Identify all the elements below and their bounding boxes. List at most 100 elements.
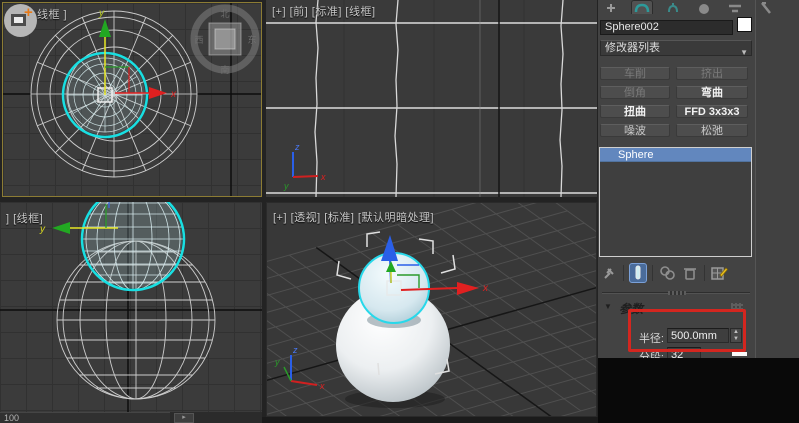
parameters-rollout-title: 参数 <box>619 300 643 317</box>
white-dash-artifact <box>732 352 747 356</box>
make-unique-button[interactable] <box>658 263 676 283</box>
status-expand-button[interactable]: ▸ <box>174 413 194 423</box>
gizmo-x-label: x <box>482 283 489 294</box>
radius-spinner[interactable]: ▲▼ <box>730 328 742 343</box>
viewcube-south-label[interactable]: 南 <box>220 64 229 75</box>
modifier-button-ffd[interactable]: FFD 3x3x3 <box>676 105 748 118</box>
radius-label: 半径: <box>598 330 664 346</box>
front-grid-minor <box>344 0 524 197</box>
svg-text:z: z <box>294 142 300 152</box>
gizmo-y-label: y <box>98 8 105 19</box>
viewcube[interactable]: 北 东 南 西 <box>194 8 257 75</box>
object-color-swatch[interactable] <box>737 17 752 32</box>
gizmo-y-arrow[interactable] <box>52 222 70 234</box>
rollout-separator[interactable] <box>602 292 750 294</box>
time-field[interactable]: 100 <box>0 412 170 423</box>
viewport-top[interactable]: 线框 ] <box>2 2 262 197</box>
front-wireframe-lines <box>315 0 563 197</box>
configure-modifier-sets-icon <box>711 265 728 281</box>
configure-modifier-sets-button[interactable] <box>710 263 728 283</box>
viewcube-west-label[interactable]: 西 <box>194 35 203 45</box>
front-grid-major-horizontal <box>266 23 597 193</box>
parameters-rollout-header[interactable]: ▼ 参数 <box>600 300 753 313</box>
modifier-stack-list[interactable]: Sphere <box>599 147 752 257</box>
modifier-button-noise[interactable]: 噪波 <box>600 124 670 137</box>
modifier-button-relax[interactable]: 松弛 <box>676 124 748 137</box>
svg-text:z: z <box>292 345 298 355</box>
toolbar-separator <box>704 265 705 281</box>
screen-capture-icon[interactable]: + <box>4 4 37 37</box>
radius-row: 半径: ▲▼ <box>598 328 755 344</box>
panel-right-strip <box>755 0 799 358</box>
viewport-left[interactable]: ] [线框] <box>0 202 262 412</box>
svg-text:x: x <box>320 172 326 182</box>
viewport-top-label[interactable]: 线框 ] <box>37 6 67 22</box>
gizmo-y-arrow[interactable] <box>99 19 111 37</box>
modifier-stack-item-sphere[interactable]: Sphere <box>600 148 751 162</box>
viewport-front[interactable]: [+] [前] [标准] [线框] z x y <box>266 0 597 197</box>
rollout-drag-grip[interactable] <box>731 303 743 310</box>
remove-modifier-button[interactable] <box>681 263 699 283</box>
trash-icon <box>683 265 697 281</box>
svg-text:y: y <box>274 357 280 367</box>
display-icon <box>727 2 743 14</box>
viewport-perspective[interactable]: [+] [透视] [标准] [默认明暗处理] <box>266 202 597 417</box>
modify-icon <box>634 2 650 14</box>
toolbar-separator <box>652 265 653 281</box>
modifier-button-bend[interactable]: 弯曲 <box>676 86 748 99</box>
object-name-field[interactable] <box>600 20 733 35</box>
front-axis-tripod: z x y <box>283 142 326 191</box>
tab-modify[interactable] <box>631 0 653 14</box>
radius-field[interactable] <box>667 328 729 343</box>
show-end-result-icon <box>633 265 643 281</box>
tab-motion[interactable] <box>693 0 715 14</box>
viewcube-inner <box>215 29 235 49</box>
svg-text:y: y <box>283 181 289 191</box>
modifier-button-bevel[interactable]: 倒角 <box>600 86 670 99</box>
pin-stack-icon <box>602 265 616 281</box>
viewport-bottom-strip <box>262 417 598 423</box>
command-panel-tabs <box>600 0 795 14</box>
gizmo-x-label: x <box>170 89 177 100</box>
modifier-button-lathe[interactable]: 车削 <box>600 67 670 80</box>
viewport-left-label[interactable]: ] [线框] <box>6 210 43 226</box>
viewport-front-canvas[interactable]: z x y <box>266 0 597 197</box>
create-icon <box>604 2 618 14</box>
gizmo-x-arrow[interactable] <box>457 282 479 295</box>
tab-utilities[interactable] <box>755 0 777 14</box>
viewport-perspective-label[interactable]: [+] [透视] [标准] [默认明暗处理] <box>273 209 434 225</box>
viewport-top-canvas[interactable]: y x 北 东 南 西 <box>3 3 262 197</box>
toolbar-separator <box>623 265 624 281</box>
modifier-list-dropdown[interactable]: 修改器列表 ▼ <box>600 40 752 56</box>
cropped-black-region <box>598 358 799 423</box>
modifier-button-twist[interactable]: 扭曲 <box>600 105 670 118</box>
rollout-collapse-arrow[interactable]: ▼ <box>604 302 612 311</box>
viewport-perspective-canvas[interactable]: x z x y <box>267 203 597 417</box>
gizmo-z-arrow[interactable] <box>381 235 398 261</box>
show-end-result-button[interactable] <box>629 263 647 283</box>
spinner-down-icon[interactable]: ▼ <box>731 336 741 343</box>
svg-text:x: x <box>319 381 325 391</box>
3dsmax-window: 线框 ] <box>0 0 799 423</box>
viewcube-east-label[interactable]: 东 <box>247 34 256 45</box>
tab-create[interactable] <box>600 0 622 14</box>
gizmo-x-arrow[interactable] <box>149 87 167 99</box>
viewport-front-label[interactable]: [+] [前] [标准] [线框] <box>272 3 376 19</box>
status-bar-fragment: 100 ▸ <box>0 412 262 423</box>
hierarchy-icon <box>666 2 680 14</box>
capture-plus-glyph: + <box>24 7 33 19</box>
selected-sphere-wireframe[interactable] <box>82 202 184 290</box>
modifier-button-extrude[interactable]: 挤出 <box>676 67 748 80</box>
viewport-left-canvas[interactable]: y <box>0 202 262 412</box>
stack-toolbar <box>600 261 753 285</box>
modifier-list-label: 修改器列表 <box>605 42 660 54</box>
dropdown-arrow-icon: ▼ <box>740 45 748 60</box>
rollout-grip[interactable] <box>668 291 686 295</box>
make-unique-icon <box>659 265 675 281</box>
command-panel: 修改器列表 ▼ 车削 挤出 倒角 弯曲 扭曲 FFD 3x3x3 噪波 松弛 S… <box>598 0 799 358</box>
utilities-icon <box>759 2 773 14</box>
pin-stack-button[interactable] <box>600 263 618 283</box>
viewcube-north-label[interactable]: 北 <box>220 9 229 19</box>
tab-hierarchy[interactable] <box>662 0 684 14</box>
tab-display[interactable] <box>724 0 746 14</box>
